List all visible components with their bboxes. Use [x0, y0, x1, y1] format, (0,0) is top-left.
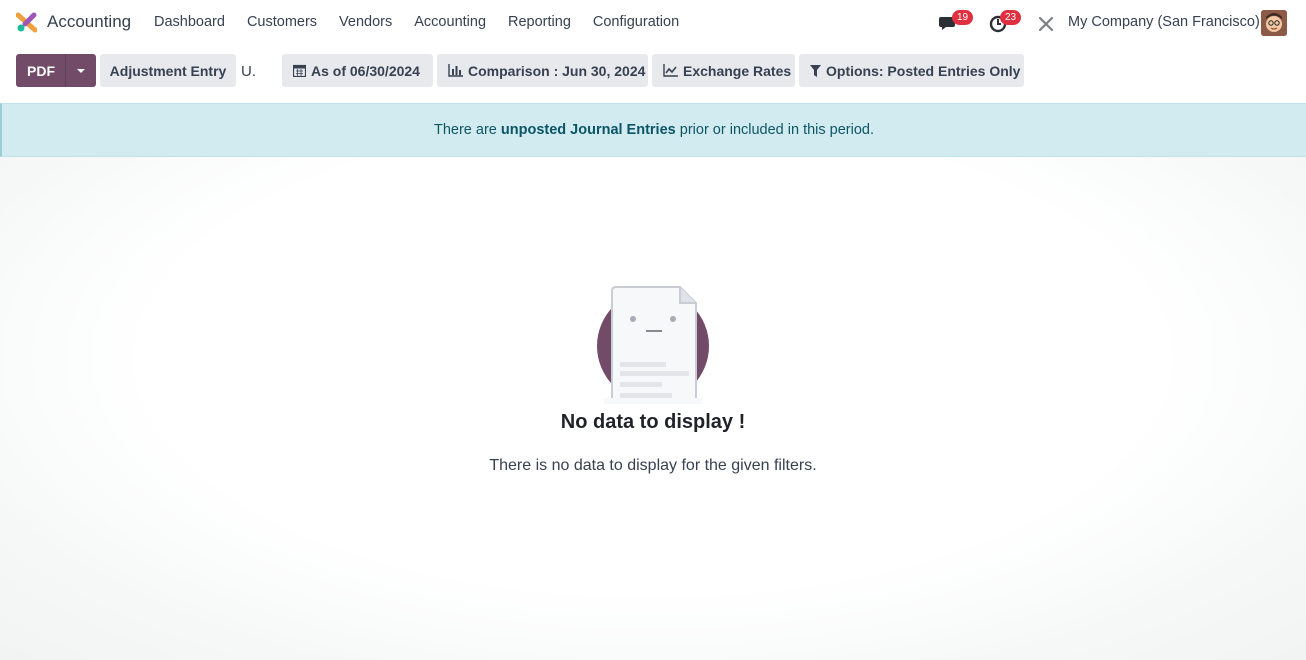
- truncated-label: U.: [241, 63, 256, 80]
- pdf-button[interactable]: PDF: [16, 54, 66, 87]
- pdf-label: PDF: [27, 62, 55, 79]
- date-filter-label: As of 06/30/2024: [311, 62, 420, 79]
- caret-down-icon: [77, 68, 85, 73]
- accounting-app-icon[interactable]: [16, 12, 37, 33]
- unposted-entries-link[interactable]: unposted Journal Entries: [501, 122, 676, 138]
- systray: 19 23 My Company (San Francisco): [930, 0, 1306, 46]
- empty-state-title: No data to display !: [560, 411, 746, 433]
- empty-document-icon: [597, 286, 709, 404]
- exchange-rates-label: Exchange Rates: [683, 62, 792, 79]
- alert-suffix: prior or included in this period.: [675, 122, 875, 138]
- line-chart-icon: [663, 64, 678, 77]
- app-name[interactable]: Accounting: [47, 12, 131, 32]
- menu-accounting[interactable]: Accounting: [414, 14, 486, 30]
- alert-prefix: There are: [433, 122, 501, 138]
- company-switcher[interactable]: My Company (San Francisco): [1068, 14, 1260, 30]
- control-panel: PDF Adjustment Entry As of 06/30/2024 Co…: [0, 46, 1306, 103]
- unposted-entries-alert: There are unposted Journal Entries prior…: [0, 103, 1306, 157]
- menu-reporting[interactable]: Reporting: [508, 14, 571, 30]
- menu-customers[interactable]: Customers: [247, 14, 317, 30]
- pdf-dropdown-toggle[interactable]: [66, 54, 96, 87]
- menu-vendors[interactable]: Vendors: [339, 14, 392, 30]
- comparison-filter-button[interactable]: Comparison : Jun 30, 2024: [437, 54, 648, 87]
- calendar-icon: [293, 64, 306, 77]
- avatar-face-icon: [1261, 10, 1287, 36]
- activities-badge: 23: [1000, 10, 1022, 25]
- options-filter-label: Options: Posted Entries Only: [826, 62, 1021, 79]
- tools-icon[interactable]: [1036, 14, 1056, 34]
- exchange-rates-button[interactable]: Exchange Rates: [652, 54, 795, 87]
- report-content: No data to display ! There is no data to…: [0, 157, 1306, 660]
- empty-state-text: There is no data to display for the give…: [489, 457, 817, 474]
- filter-funnel-icon: [810, 64, 821, 77]
- menu-configuration[interactable]: Configuration: [593, 14, 679, 30]
- comparison-filter-label: Comparison : Jun 30, 2024: [468, 62, 646, 79]
- adjustment-entry-label: Adjustment Entry: [109, 62, 227, 79]
- top-navbar: Accounting Dashboard Customers Vendors A…: [0, 0, 1306, 46]
- bar-chart-icon: [448, 64, 463, 77]
- main-menu: Dashboard Customers Vendors Accounting R…: [154, 14, 701, 30]
- options-filter-button[interactable]: Options: Posted Entries Only: [799, 54, 1024, 87]
- menu-dashboard[interactable]: Dashboard: [154, 14, 225, 30]
- adjustment-entry-button[interactable]: Adjustment Entry: [100, 54, 236, 87]
- messages-badge: 19: [952, 10, 974, 25]
- date-filter-button[interactable]: As of 06/30/2024: [282, 54, 433, 87]
- user-avatar[interactable]: [1261, 10, 1287, 36]
